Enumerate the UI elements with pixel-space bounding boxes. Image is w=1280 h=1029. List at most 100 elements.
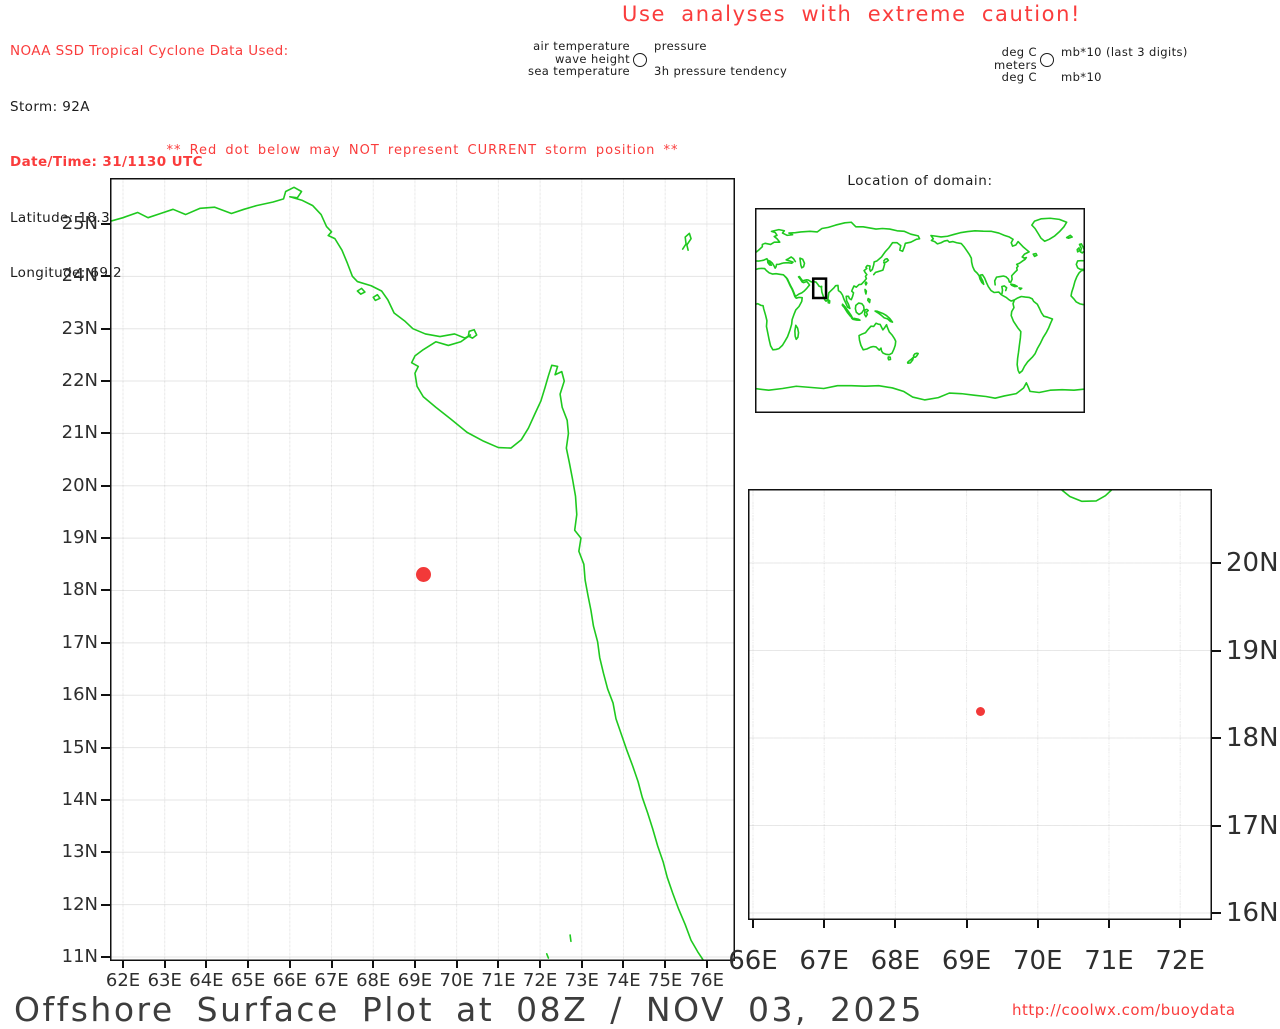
x-axis-tick-label: 66E <box>728 946 778 976</box>
x-axis-tick <box>705 961 708 968</box>
y-axis-tick-label: 19N <box>61 527 98 549</box>
x-axis-tick <box>664 961 667 968</box>
station-legend-left: air temperature wave height sea temperat… <box>430 40 630 78</box>
x-axis-tick-label: 72E <box>1155 946 1205 976</box>
x-axis-tick-label: 71E <box>1084 946 1134 976</box>
x-axis-tick <box>539 961 542 968</box>
units-legend-degc-bottom: deg C <box>1001 70 1037 85</box>
y-axis-tick <box>101 327 110 330</box>
y-axis-tick-label: 24N <box>61 265 98 287</box>
x-axis-tick <box>205 961 208 968</box>
x-axis-tick <box>455 961 458 968</box>
y-axis-tick <box>101 746 110 749</box>
x-axis-tick-label: 70E <box>1013 946 1063 976</box>
x-axis-tick-label: 67E <box>799 946 849 976</box>
x-axis-tick <box>413 961 416 968</box>
y-axis-tick-label: 20N <box>61 474 98 496</box>
y-axis-tick <box>1212 562 1221 565</box>
units-legend-degc-top: deg C <box>1001 45 1037 59</box>
y-axis-tick-label: 16N <box>61 684 98 706</box>
y-axis-tick-label: 25N <box>61 212 98 234</box>
y-axis-tick <box>101 851 110 854</box>
station-legend-sea: sea temperature <box>527 64 630 79</box>
y-axis-tick-label: 16N <box>1226 898 1279 928</box>
units-legend-left: deg C meters deg C <box>900 46 1037 84</box>
storm-info-source: NOAA SSD Tropical Cyclone Data Used: <box>10 43 289 59</box>
source-url: http://coolwx.com/buoydata <box>1012 1001 1236 1019</box>
y-axis-tick <box>101 275 110 278</box>
units-legend-mb-bottom: mb*10 <box>1061 70 1102 84</box>
y-axis-tick-label: 19N <box>1226 635 1279 666</box>
station-legend-air: air temperature <box>533 39 630 53</box>
plot-title: Offshore Surface Plot at 08Z / NOV 03, 2… <box>14 990 924 1029</box>
station-plot-circle-icon <box>633 53 647 67</box>
y-axis-tick-label: 20N <box>1226 548 1279 579</box>
x-axis-tick <box>1107 920 1110 928</box>
caution-banner: Use analyses with extreme caution! <box>622 2 1082 26</box>
zoom-inset-gridlines <box>748 489 1212 920</box>
y-axis-tick <box>1212 649 1221 652</box>
y-axis-tick-label: 13N <box>61 841 98 863</box>
y-axis-tick <box>101 222 110 225</box>
y-axis-tick-label: 21N <box>61 422 98 444</box>
x-axis-tick <box>1036 920 1039 928</box>
y-axis-tick-label: 18N <box>61 579 98 601</box>
world-coastline-eurasia <box>755 222 1085 308</box>
x-axis-tick <box>622 961 625 968</box>
zoom-inset-frame <box>748 489 1212 920</box>
coastline-kathiawar <box>1061 489 1113 501</box>
x-axis-tick <box>163 961 166 968</box>
y-axis-tick-label: 18N <box>1226 723 1279 753</box>
y-axis-tick-label: 17N <box>1226 810 1279 841</box>
world-map-canvas <box>755 208 1085 413</box>
units-legend-mb-top: mb*10 (last 3 digits) <box>1061 45 1188 59</box>
x-axis-tick <box>497 961 500 968</box>
main-map: 62E 63E 64E 65E 66E 67E 68E 69E 70E 71E 72E 73E 74E 7… <box>62 178 735 991</box>
coastline-india <box>110 187 704 961</box>
world-coastline-americas <box>931 218 1067 373</box>
zoom-inset-canvas <box>748 489 1212 920</box>
y-axis-tick-label: 12N <box>61 893 98 915</box>
y-axis-tick-label: 17N <box>61 631 98 653</box>
storm-position-warning: ** Red dot below may NOT represent CURRE… <box>166 143 679 158</box>
x-axis-tick <box>823 920 826 928</box>
station-legend-tendency: 3h pressure tendency <box>654 64 788 78</box>
world-coastline-africa <box>755 268 802 349</box>
world-coastline-antarctica <box>755 383 1085 400</box>
y-axis-tick <box>101 589 110 592</box>
y-axis-tick <box>101 798 110 801</box>
y-axis-tick-label: 11N <box>61 946 98 968</box>
x-axis-tick <box>247 961 250 968</box>
y-axis-tick <box>1212 737 1221 739</box>
storm-position-dot <box>415 567 431 583</box>
x-axis-tick <box>288 961 291 968</box>
y-axis-tick-label: 22N <box>61 370 98 392</box>
y-axis-tick-label: 14N <box>61 788 98 810</box>
zoom-inset-map: 66E 67E 68E 69E 70E 71E 72E 20N 19N 18N 17N 16N <box>728 489 1279 976</box>
x-axis-tick <box>1179 920 1182 928</box>
domain-inset-title: Location of domain: <box>847 173 993 189</box>
y-axis-tick <box>101 956 110 959</box>
y-axis-tick <box>101 484 110 487</box>
y-axis-tick <box>101 694 110 697</box>
x-axis-tick <box>372 961 375 968</box>
y-axis-tick-label: 23N <box>61 317 98 339</box>
x-axis-tick <box>580 961 583 968</box>
station-legend-pressure: pressure <box>654 39 707 53</box>
x-axis-tick-label: 68E <box>870 946 921 976</box>
x-axis-tick <box>751 920 754 928</box>
y-axis-tick <box>101 537 110 540</box>
units-plot-circle-icon <box>1040 53 1054 67</box>
x-axis-tick <box>122 961 124 968</box>
y-axis-tick <box>101 903 110 906</box>
y-axis-tick-label: 15N <box>61 736 98 758</box>
x-axis-tick-label: 69E <box>941 946 992 976</box>
storm-info-storm: Storm: 92A <box>10 98 90 115</box>
world-coastline-asia-pacific <box>828 259 918 364</box>
y-axis-tick <box>101 432 110 435</box>
y-axis-tick <box>101 641 110 644</box>
y-axis-tick <box>1212 824 1221 827</box>
x-axis-tick <box>330 961 333 968</box>
x-axis-tick <box>894 920 897 928</box>
y-axis-tick <box>101 380 110 383</box>
